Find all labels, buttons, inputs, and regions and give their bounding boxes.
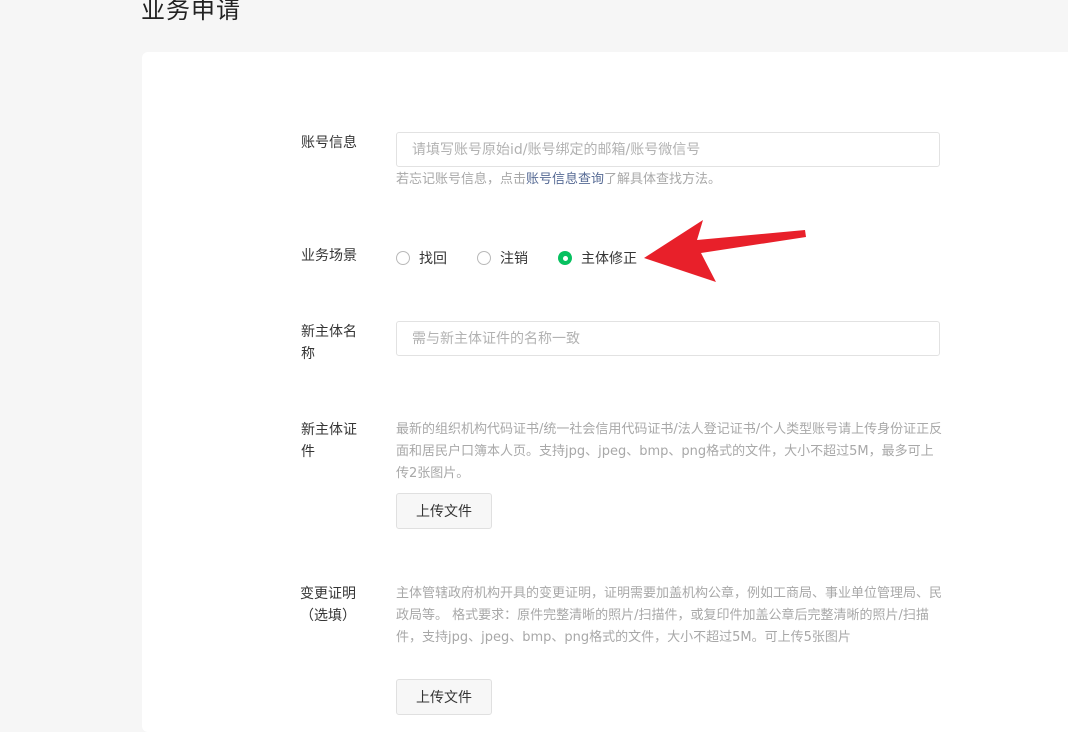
radio-circle[interactable] [396, 251, 410, 265]
radio-label-entity-correction: 主体修正 [581, 251, 637, 267]
radio-circle[interactable] [477, 251, 491, 265]
account-hint-prefix: 若忘记账号信息，点击 [396, 172, 527, 187]
radio-circle-checked[interactable] [558, 251, 572, 265]
new-cert-upload-button[interactable]: 上传文件 [396, 493, 492, 529]
change-proof-upload-button[interactable]: 上传文件 [396, 679, 492, 715]
account-label: 账号信息 [301, 135, 357, 151]
change-proof-label: 变更证明 （选填） [296, 583, 360, 627]
scene-radio-group: 找回 注销 主体修正 [396, 248, 667, 268]
radio-option-cancel[interactable]: 注销 [477, 248, 528, 268]
radio-option-entity-correction[interactable]: 主体修正 [558, 248, 637, 268]
account-lookup-link[interactable]: 账号信息查询 [526, 172, 604, 187]
radio-label-cancel: 注销 [500, 251, 528, 267]
radio-label-recover: 找回 [419, 251, 447, 267]
change-proof-description: 主体管辖政府机构开具的变更证明，证明需要加盖机构公章，例如工商局、事业单位管理局… [396, 586, 943, 645]
account-hint: 若忘记账号信息，点击账号信息查询了解具体查找方法。 [396, 169, 721, 191]
change-proof-label-line2: （选填） [300, 608, 356, 624]
new-name-label: 新主体名称 [301, 324, 357, 362]
change-proof-label-line1: 变更证明 [300, 586, 356, 602]
scene-label: 业务场景 [301, 248, 357, 264]
account-input[interactable] [396, 132, 940, 167]
account-hint-suffix: 了解具体查找方法。 [604, 172, 722, 187]
new-name-input[interactable] [396, 321, 940, 356]
red-arrow-icon [644, 220, 806, 282]
page-title: 业务申请 [141, 0, 241, 24]
new-cert-description: 最新的组织机构代码证书/统一社会信用代码证书/法人登记证书/个人类型账号请上传身… [396, 422, 943, 481]
new-cert-label: 新主体证件 [301, 422, 357, 460]
radio-option-recover[interactable]: 找回 [396, 248, 447, 268]
